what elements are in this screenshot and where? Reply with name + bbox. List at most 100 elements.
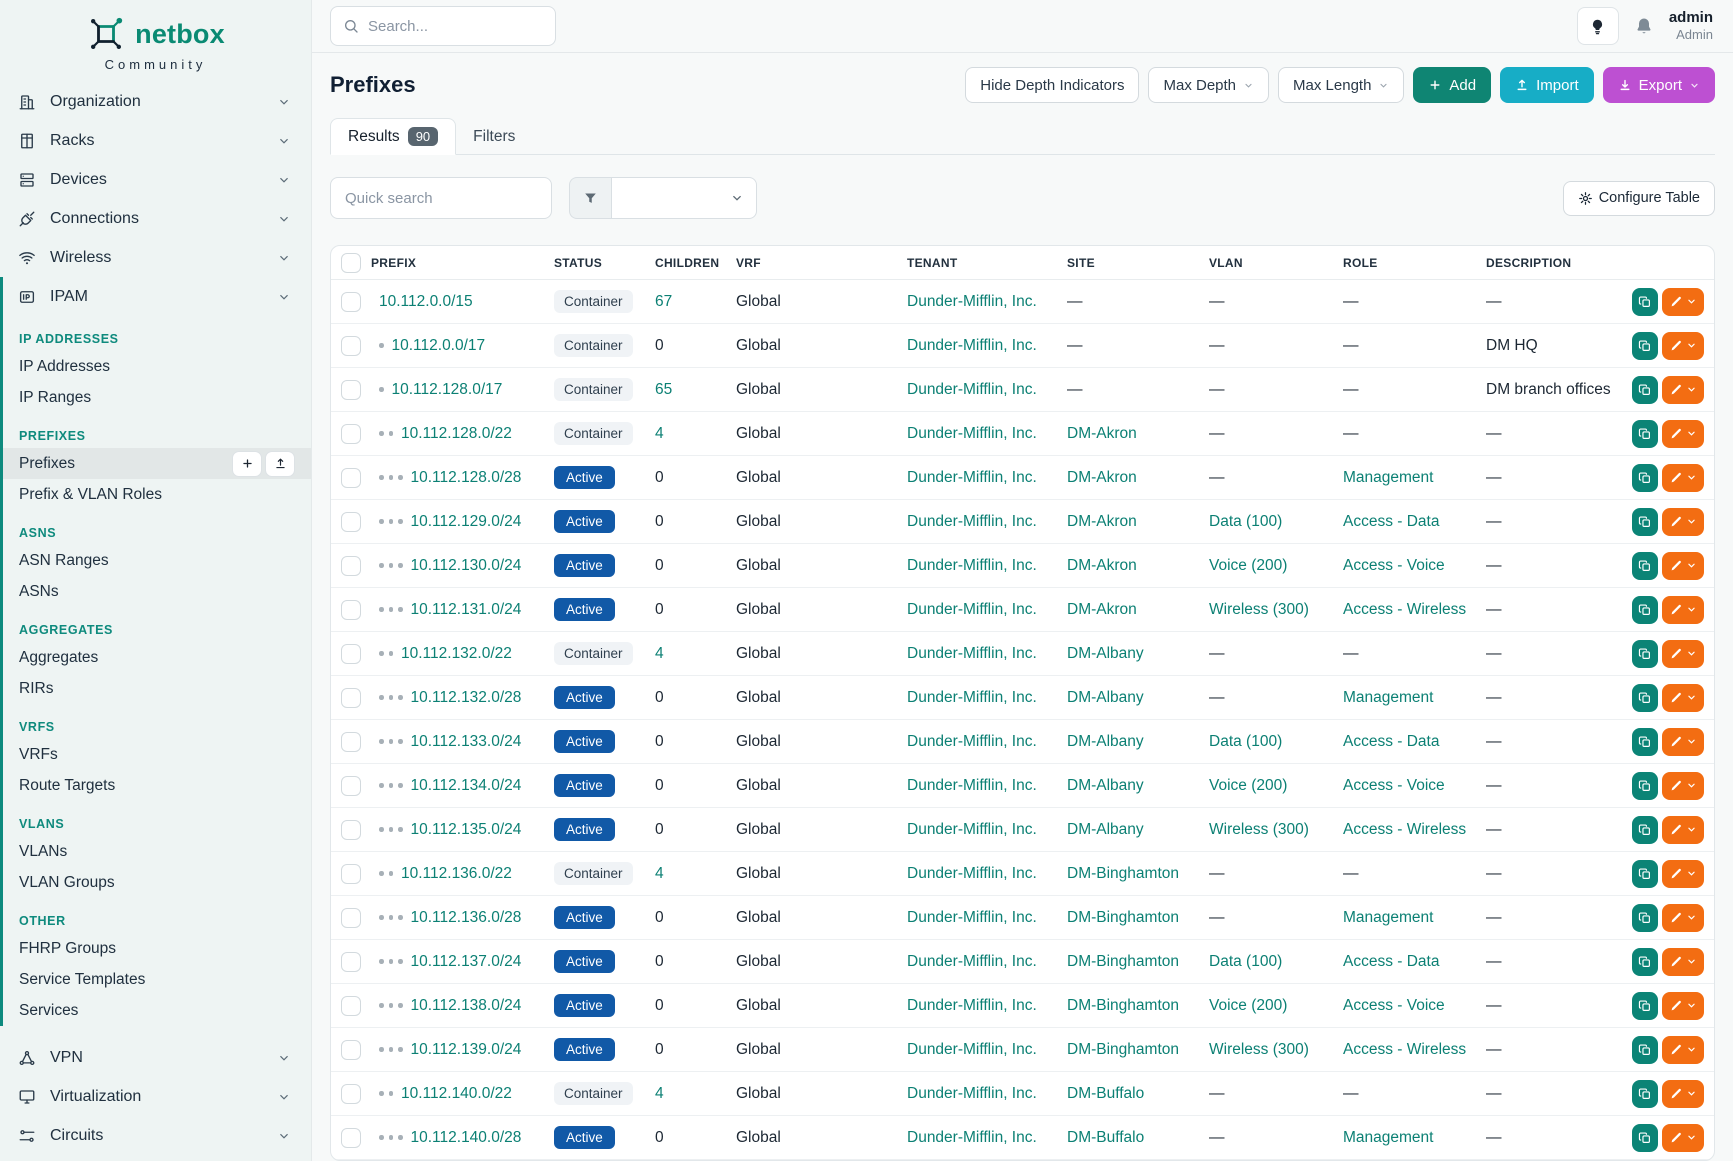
sidebar-item-prefix-vlan-roles[interactable]: Prefix & VLAN Roles — [3, 479, 311, 510]
edit-dropdown-button[interactable] — [1662, 552, 1704, 580]
sidebar-item-ipam[interactable]: IPAM — [3, 277, 311, 316]
role-link[interactable]: Access - Wireless — [1343, 1041, 1466, 1058]
prefix-link[interactable]: 10.112.131.0/24 — [411, 601, 522, 619]
row-checkbox[interactable] — [341, 600, 361, 620]
clone-button[interactable] — [1632, 508, 1658, 536]
row-checkbox[interactable] — [341, 556, 361, 576]
row-checkbox[interactable] — [341, 996, 361, 1016]
clone-button[interactable] — [1632, 640, 1658, 668]
sidebar-item-services[interactable]: Services — [3, 995, 311, 1026]
tenant-link[interactable]: Dunder-Mifflin, Inc. — [907, 469, 1037, 486]
children-count-link[interactable]: 67 — [655, 293, 672, 310]
edit-dropdown-button[interactable] — [1662, 860, 1704, 888]
role-link[interactable]: Access - Voice — [1343, 777, 1445, 794]
site-link[interactable]: DM-Akron — [1067, 557, 1137, 574]
row-checkbox[interactable] — [341, 688, 361, 708]
site-link[interactable]: DM-Akron — [1067, 513, 1137, 530]
edit-dropdown-button[interactable] — [1662, 728, 1704, 756]
edit-dropdown-button[interactable] — [1662, 420, 1704, 448]
row-checkbox[interactable] — [341, 864, 361, 884]
edit-dropdown-button[interactable] — [1662, 684, 1704, 712]
sidebar-item-asns[interactable]: ASNs — [3, 576, 311, 607]
global-search[interactable] — [330, 6, 556, 46]
prefix-link[interactable]: 10.112.0.0/15 — [379, 293, 473, 311]
sidebar-item-vlans[interactable]: VLANs — [3, 836, 311, 867]
sidebar-item-vpn[interactable]: VPN — [0, 1038, 311, 1077]
edit-dropdown-button[interactable] — [1662, 992, 1704, 1020]
edit-dropdown-button[interactable] — [1662, 508, 1704, 536]
sidebar-item-aggregates[interactable]: Aggregates — [3, 642, 311, 673]
tab-filters[interactable]: Filters — [456, 120, 532, 154]
column-header-vlan[interactable]: VLAN — [1209, 256, 1343, 270]
max-length-dropdown[interactable]: Max Length — [1278, 67, 1404, 103]
sidebar-item-fhrp-groups[interactable]: FHRP Groups — [3, 933, 311, 964]
tenant-link[interactable]: Dunder-Mifflin, Inc. — [907, 557, 1037, 574]
sidebar-item-rirs[interactable]: RIRs — [3, 673, 311, 704]
role-link[interactable]: Access - Data — [1343, 733, 1439, 750]
tenant-link[interactable]: Dunder-Mifflin, Inc. — [907, 689, 1037, 706]
tab-results[interactable]: Results 90 — [330, 118, 456, 155]
hide-depth-indicators-button[interactable]: Hide Depth Indicators — [965, 67, 1139, 103]
prefix-link[interactable]: 10.112.0.0/17 — [392, 337, 486, 355]
tenant-link[interactable]: Dunder-Mifflin, Inc. — [907, 381, 1037, 398]
tenant-link[interactable]: Dunder-Mifflin, Inc. — [907, 777, 1037, 794]
sidebar-item-route-targets[interactable]: Route Targets — [3, 770, 311, 801]
add-button[interactable]: Add — [1413, 67, 1491, 103]
role-link[interactable]: Management — [1343, 689, 1433, 706]
sidebar-item-ip-ranges[interactable]: IP Ranges — [3, 382, 311, 413]
clone-button[interactable] — [1632, 332, 1658, 360]
vlan-link[interactable]: Data (100) — [1209, 733, 1282, 750]
theme-toggle-button[interactable] — [1577, 7, 1619, 45]
sidebar-item-asn-ranges[interactable]: ASN Ranges — [3, 545, 311, 576]
notifications-bell-icon[interactable] — [1634, 16, 1654, 36]
column-header-prefix[interactable]: PREFIX — [371, 256, 554, 270]
clone-button[interactable] — [1632, 376, 1658, 404]
vlan-link[interactable]: Wireless (300) — [1209, 1041, 1309, 1058]
role-link[interactable]: Access - Wireless — [1343, 821, 1466, 838]
row-checkbox[interactable] — [341, 952, 361, 972]
row-checkbox[interactable] — [341, 292, 361, 312]
column-header-vrf[interactable]: VRF — [736, 256, 907, 270]
column-header-site[interactable]: SITE — [1067, 256, 1209, 270]
prefix-link[interactable]: 10.112.128.0/17 — [392, 381, 503, 399]
clone-button[interactable] — [1632, 596, 1658, 624]
role-link[interactable]: Access - Data — [1343, 953, 1439, 970]
prefix-link[interactable]: 10.112.135.0/24 — [411, 821, 522, 839]
vlan-link[interactable]: Voice (200) — [1209, 997, 1287, 1014]
site-link[interactable]: DM-Buffalo — [1067, 1085, 1144, 1102]
clone-button[interactable] — [1632, 420, 1658, 448]
row-checkbox[interactable] — [341, 732, 361, 752]
clone-button[interactable] — [1632, 860, 1658, 888]
vlan-link[interactable]: Voice (200) — [1209, 777, 1287, 794]
clone-button[interactable] — [1632, 948, 1658, 976]
column-header-children[interactable]: CHILDREN — [655, 256, 736, 270]
row-checkbox[interactable] — [341, 820, 361, 840]
children-count-link[interactable]: 4 — [655, 645, 664, 662]
tenant-link[interactable]: Dunder-Mifflin, Inc. — [907, 909, 1037, 926]
row-checkbox[interactable] — [341, 1040, 361, 1060]
select-all-checkbox[interactable] — [341, 253, 361, 273]
children-count-link[interactable]: 4 — [655, 1085, 664, 1102]
sidebar-item-ip-addresses[interactable]: IP Addresses — [3, 351, 311, 382]
edit-dropdown-button[interactable] — [1662, 1124, 1704, 1152]
tenant-link[interactable]: Dunder-Mifflin, Inc. — [907, 1129, 1037, 1146]
clone-button[interactable] — [1632, 1124, 1658, 1152]
prefix-link[interactable]: 10.112.128.0/28 — [411, 469, 522, 487]
tenant-link[interactable]: Dunder-Mifflin, Inc. — [907, 1041, 1037, 1058]
vlan-link[interactable]: Wireless (300) — [1209, 601, 1309, 618]
vlan-link[interactable]: Wireless (300) — [1209, 821, 1309, 838]
sidebar-item-organization[interactable]: Organization — [0, 82, 311, 121]
role-link[interactable]: Management — [1343, 1129, 1433, 1146]
prefix-link[interactable]: 10.112.134.0/24 — [411, 777, 522, 795]
edit-dropdown-button[interactable] — [1662, 376, 1704, 404]
prefix-link[interactable]: 10.112.136.0/22 — [401, 865, 512, 883]
prefix-link[interactable]: 10.112.140.0/22 — [401, 1085, 512, 1103]
clone-button[interactable] — [1632, 552, 1658, 580]
vlan-link[interactable]: Voice (200) — [1209, 557, 1287, 574]
prefix-link[interactable]: 10.112.128.0/22 — [401, 425, 512, 443]
prefix-link[interactable]: 10.112.137.0/24 — [411, 953, 522, 971]
prefix-link[interactable]: 10.112.139.0/24 — [411, 1041, 522, 1059]
tenant-link[interactable]: Dunder-Mifflin, Inc. — [907, 733, 1037, 750]
export-dropdown-button[interactable]: Export — [1603, 67, 1715, 103]
tenant-link[interactable]: Dunder-Mifflin, Inc. — [907, 1085, 1037, 1102]
